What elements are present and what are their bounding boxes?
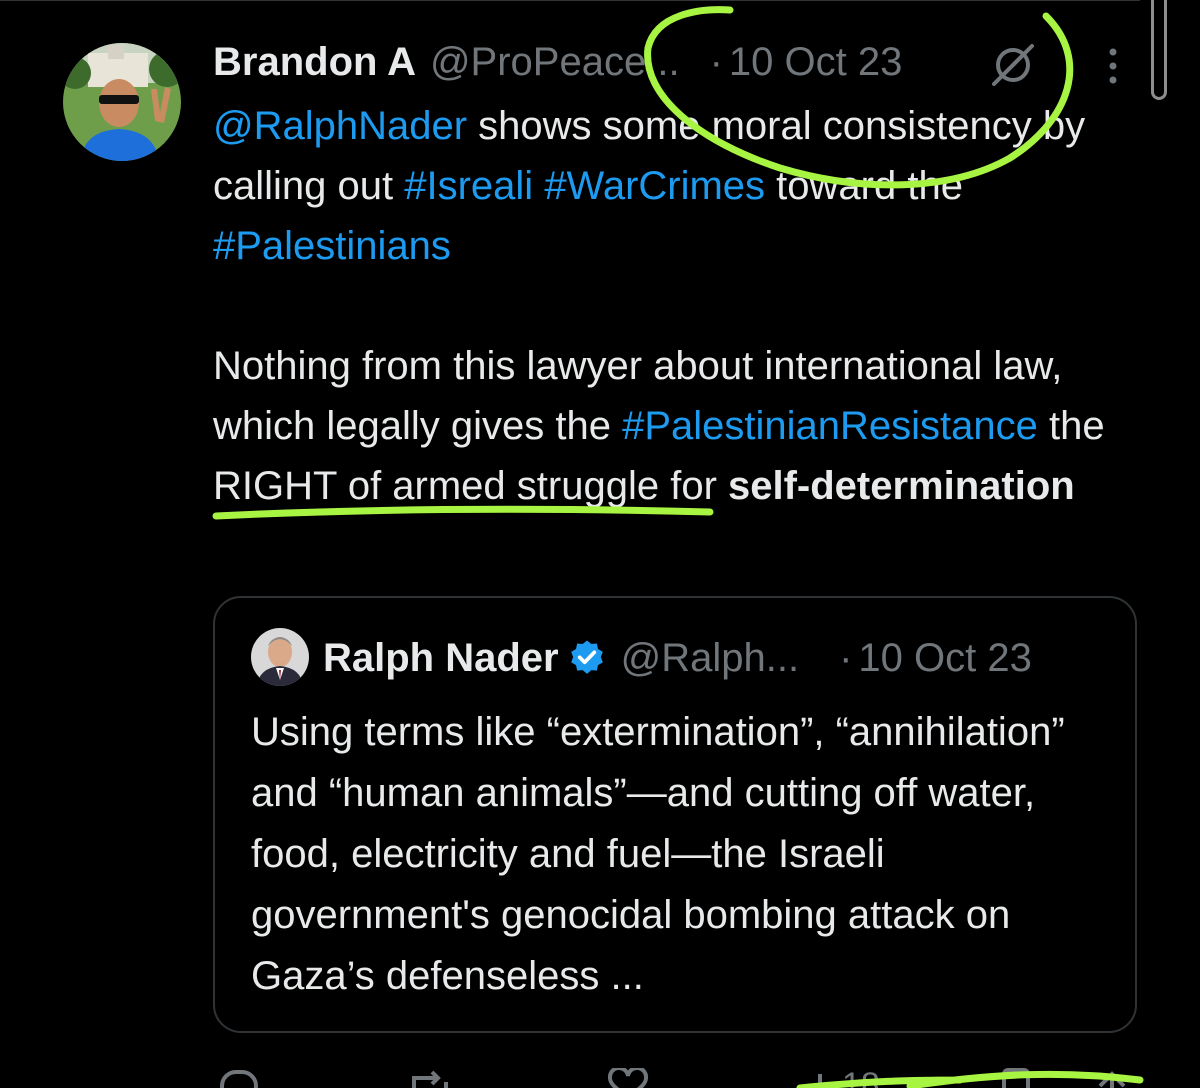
hashtag-link[interactable]: #WarCrimes [544,164,765,208]
bookmark-icon[interactable] [994,1068,1038,1088]
post-text-bold: self-determination [728,464,1075,508]
quoted-post-header: Ralph Nader @Ralph... · 10 Oct 23 [323,632,1032,684]
post-text-fragment: toward the [765,164,963,208]
grok-icon[interactable] [988,42,1038,88]
divider [0,0,1140,1]
quoted-post-text: Using terms like “extermination”, “annih… [251,702,1121,1007]
more-vertical-icon[interactable] [1100,46,1126,86]
repost-icon[interactable] [408,1068,452,1088]
quoted-post-date: 10 Oct 23 [858,635,1032,680]
quoted-author-name: Ralph Nader [323,635,559,680]
quoted-avatar [251,628,309,686]
avatar[interactable] [63,43,181,161]
post-paragraph-2: Nothing from this lawyer about internati… [213,336,1133,516]
action-bar: 18 [0,1060,1200,1088]
share-icon[interactable] [1090,1068,1134,1088]
hashtag-link[interactable]: #Palestinians [213,224,451,268]
screen: Brandon A @ProPeace... · 10 Oct 23 @Ralp… [0,0,1200,1088]
views-icon[interactable] [800,1068,844,1088]
hashtag-link[interactable]: #PalestinianResistance [622,404,1038,448]
author-name[interactable]: Brandon A [213,40,416,85]
author-handle[interactable]: @ProPeace... [430,40,680,85]
hashtag-link[interactable]: #Isreali [404,164,533,208]
like-icon[interactable] [606,1068,650,1088]
avatar-image [63,43,181,161]
post-date[interactable]: 10 Oct 23 [729,40,902,85]
post-text: @RalphNader shows some moral consistency… [213,96,1133,516]
post-paragraph-1: @RalphNader shows some moral consistency… [213,96,1133,276]
post-header: Brandon A @ProPeace... · 10 Oct 23 [213,36,902,88]
scrollbar[interactable] [1151,0,1167,100]
quoted-author-handle: @Ralph... [620,635,800,680]
separator-dot: · [839,635,853,680]
mention-link[interactable]: @RalphNader [213,104,467,148]
post-text-fragment [533,164,544,208]
quoted-avatar-image [251,628,309,686]
verified-badge-icon [570,640,603,674]
quoted-post-card[interactable]: Ralph Nader @Ralph... · 10 Oct 23 Using … [213,596,1137,1033]
reply-icon[interactable] [214,1068,258,1088]
quoted-text-body: Using terms like “extermination”, “annih… [251,710,1065,998]
views-count: 18 [842,1066,880,1088]
separator-dot: · [709,39,723,84]
